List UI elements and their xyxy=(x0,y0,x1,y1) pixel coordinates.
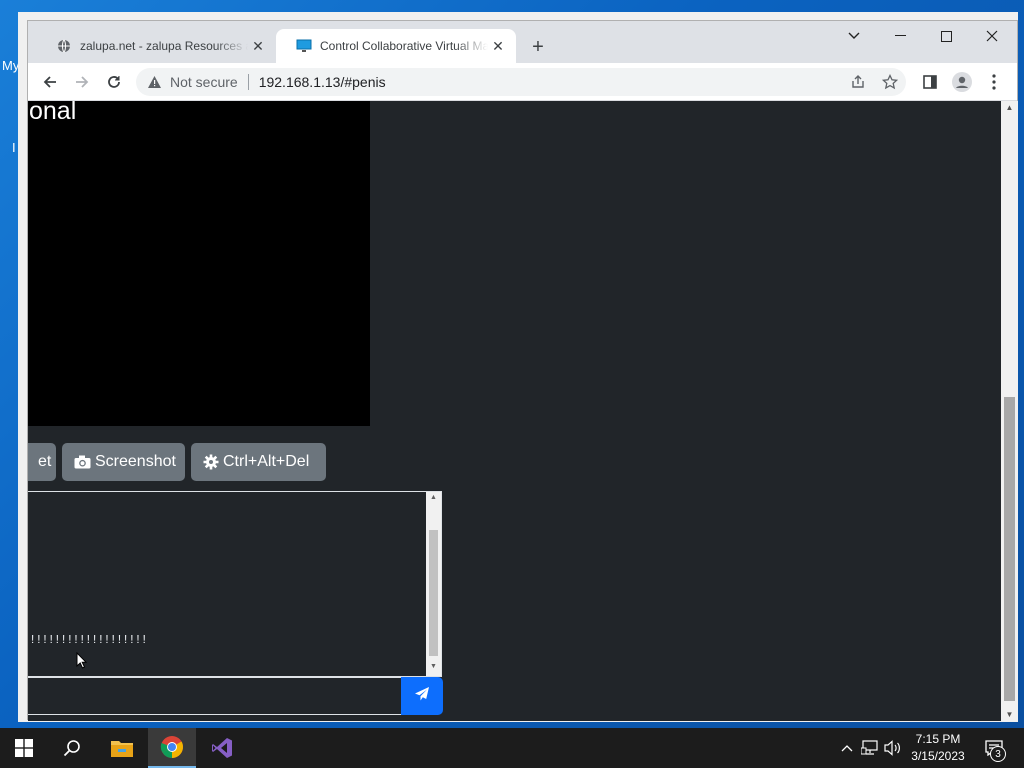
file-explorer-icon[interactable] xyxy=(98,728,146,768)
camera-icon xyxy=(74,455,91,469)
scroll-up-arrow-icon[interactable]: ▲ xyxy=(428,494,439,505)
url-text[interactable]: 192.168.1.13/#penis xyxy=(259,74,386,90)
clock-time: 7:15 PM xyxy=(915,732,961,746)
chat-scrollbar[interactable]: ▲ ▼ xyxy=(426,492,441,676)
tab-close-icon[interactable]: ✕ xyxy=(488,36,508,56)
monitor-icon xyxy=(296,38,312,54)
reload-icon[interactable] xyxy=(99,67,129,97)
browser-toolbar: Not secure 192.168.1.13/#penis xyxy=(28,63,1017,101)
screenshot-button[interactable]: Screenshot xyxy=(62,443,185,481)
mouse-cursor-icon xyxy=(76,651,88,675)
share-icon[interactable] xyxy=(850,74,866,90)
chat-messages-panel[interactable]: !!!!!!!!!!!!!!!!!!! ▲ ▼ xyxy=(28,491,442,677)
tab-zalupa[interactable]: zalupa.net - zalupa Resources and ✕ xyxy=(36,29,276,63)
close-window-button[interactable] xyxy=(969,21,1015,51)
notification-count-badge: 3 xyxy=(990,746,1006,762)
side-panel-icon[interactable] xyxy=(920,72,940,92)
back-arrow-icon[interactable] xyxy=(35,67,65,97)
paper-plane-icon xyxy=(414,686,430,707)
desktop-icon-label-2[interactable]: I xyxy=(12,140,16,155)
vm-screen[interactable]: onal xyxy=(28,101,370,426)
ctrl-alt-del-button[interactable]: Ctrl+Alt+Del xyxy=(191,443,326,481)
menu-kebab-icon[interactable] xyxy=(984,72,1004,92)
network-icon[interactable] xyxy=(861,739,879,757)
address-bar[interactable]: Not secure 192.168.1.13/#penis xyxy=(136,68,906,96)
desktop-icon-label[interactable]: My xyxy=(2,58,19,73)
scroll-down-arrow-icon[interactable]: ▼ xyxy=(428,663,439,674)
page-viewport: onal et Screenshot Ctrl+Alt+Del !!!!!!!!… xyxy=(28,101,1001,721)
tab-control-vm[interactable]: Control Collaborative Virtual Mac ✕ xyxy=(276,29,516,63)
forward-arrow-icon[interactable] xyxy=(67,67,97,97)
button-label: et xyxy=(38,453,52,470)
volume-icon[interactable] xyxy=(884,739,902,757)
warning-icon[interactable] xyxy=(146,74,162,90)
system-clock[interactable]: 7:15 PM 3/15/2023 xyxy=(905,731,971,765)
search-icon[interactable] xyxy=(48,728,96,768)
visual-studio-icon[interactable] xyxy=(198,728,246,768)
browser-window: zalupa.net - zalupa Resources and ✕ Cont… xyxy=(27,20,1018,721)
globe-icon xyxy=(56,38,72,54)
scroll-down-arrow-icon[interactable]: ▼ xyxy=(1004,710,1015,719)
bookmark-star-icon[interactable] xyxy=(882,74,898,90)
minimize-button[interactable] xyxy=(877,21,923,51)
chrome-icon[interactable] xyxy=(148,728,196,768)
new-tab-button[interactable]: + xyxy=(526,35,550,59)
tab-close-icon[interactable]: ✕ xyxy=(248,36,268,56)
chat-input[interactable] xyxy=(28,677,402,715)
windows-logo-icon xyxy=(15,739,33,757)
gear-icon xyxy=(203,454,219,470)
tab-strip: zalupa.net - zalupa Resources and ✕ Cont… xyxy=(28,21,1017,63)
divider xyxy=(247,74,249,90)
page-scrollbar[interactable]: ▲ ▼ xyxy=(1001,101,1018,721)
send-button[interactable] xyxy=(401,677,443,715)
chat-message: !!!!!!!!!!!!!!!!!!! xyxy=(29,633,148,647)
maximize-button[interactable] xyxy=(923,21,969,51)
chevron-up-icon[interactable] xyxy=(838,739,856,757)
chat-scroll-thumb[interactable] xyxy=(429,530,438,656)
tab-title: Control Collaborative Virtual Mac xyxy=(320,39,488,53)
vm-screen-text: onal xyxy=(29,101,77,125)
clock-date: 3/15/2023 xyxy=(911,749,965,763)
page-scroll-thumb[interactable] xyxy=(1004,397,1015,701)
taskbar: 7:15 PM 3/15/2023 xyxy=(0,728,1024,768)
scroll-up-arrow-icon[interactable]: ▲ xyxy=(1004,103,1015,112)
start-button[interactable] xyxy=(0,728,48,768)
tab-title: zalupa.net - zalupa Resources and xyxy=(80,39,248,53)
security-label: Not secure xyxy=(170,74,238,90)
button-label: Screenshot xyxy=(95,453,176,470)
button-label: Ctrl+Alt+Del xyxy=(223,453,310,470)
profile-avatar-icon[interactable] xyxy=(952,72,972,92)
tab-search-icon[interactable] xyxy=(831,21,877,51)
reset-button[interactable]: et xyxy=(28,443,56,481)
